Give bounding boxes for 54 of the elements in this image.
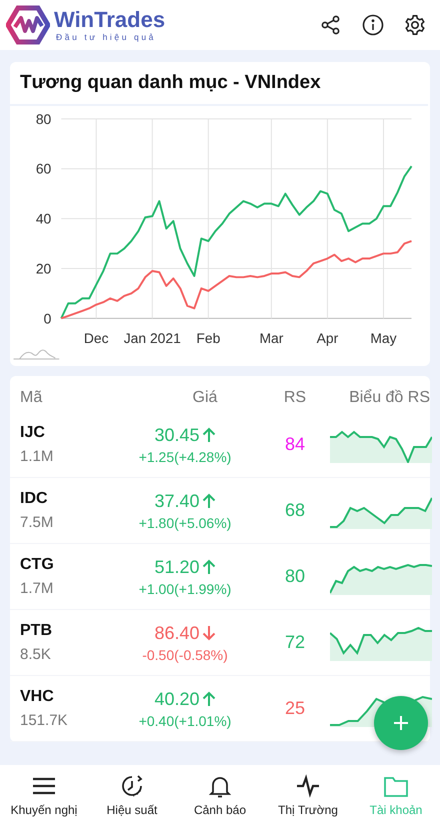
axis-label: 20 — [36, 260, 52, 276]
nav-tab[interactable]: Cảnh báo — [176, 765, 264, 823]
rs-value: 68 — [284, 500, 306, 521]
price-change: +1.25(+4.28%) — [138, 448, 232, 464]
rs-value: 84 — [284, 434, 306, 455]
rs-value: 80 — [284, 566, 306, 587]
column-header: Mã — [20, 389, 44, 407]
plus-icon — [392, 714, 410, 732]
axis-label: Jan 2021 — [124, 330, 181, 346]
info-icon[interactable] — [362, 14, 384, 36]
logo-icon — [6, 5, 50, 45]
stock-price: 37.40 — [154, 490, 200, 512]
chart-thumbnail-icon — [13, 350, 60, 360]
settings-icon[interactable] — [404, 14, 426, 36]
column-header: RS — [282, 389, 308, 407]
app-tagline: Đầu tư hiệu quả — [56, 32, 157, 42]
axis-label: 0 — [44, 310, 52, 326]
axis-label: Dec — [84, 330, 109, 346]
axis-label: Mar — [259, 330, 284, 346]
column-header: Giá — [192, 389, 218, 407]
price-change: +0.40(+1.01%) — [138, 712, 232, 728]
stock-price: 51.20 — [154, 556, 200, 578]
price-change: +1.00(+1.99%) — [138, 580, 232, 596]
stock-symbol: IDC — [20, 490, 49, 508]
stock-symbol: CTG — [20, 556, 55, 574]
app-name: WinTrades — [54, 8, 166, 32]
rs-value: 25 — [284, 698, 306, 719]
price-change: +1.80(+5.06%) — [138, 514, 232, 530]
chart-title: Tương quan danh mục - VNIndex — [19, 71, 322, 95]
stock-volume: 1.1M — [20, 448, 54, 465]
nav-tab[interactable]: Thị Trường — [264, 765, 352, 823]
stock-volume: 8.5K — [20, 646, 52, 663]
nav-tab[interactable]: Hiệu suất — [88, 765, 176, 823]
stock-volume: 151.7K — [20, 712, 69, 729]
rs-value: 72 — [284, 632, 306, 653]
pulse-icon — [294, 773, 322, 799]
stock-symbol: IJC — [20, 424, 46, 442]
stock-volume: 1.7M — [20, 580, 54, 597]
stock-symbol: VHC — [20, 688, 55, 706]
axis-label: 80 — [36, 110, 52, 127]
axis-label: 60 — [36, 160, 52, 177]
axis-label: 40 — [36, 210, 52, 227]
stock-price: 40.20 — [154, 688, 200, 710]
axis-label: Feb — [196, 330, 220, 346]
stock-price: 30.45 — [154, 424, 200, 446]
stock-volume: 7.5M — [20, 514, 54, 531]
price-change: -0.50(-0.58%) — [142, 646, 228, 662]
share-icon[interactable] — [320, 14, 342, 36]
stock-price: 86.40 — [154, 622, 200, 644]
stock-symbol: PTB — [20, 622, 53, 640]
axis-label: May — [370, 330, 397, 346]
axis-label: Apr — [316, 330, 338, 346]
nav-tab[interactable]: Khuyến nghị — [0, 765, 88, 823]
column-header: Biểu đồ RS — [348, 389, 431, 407]
